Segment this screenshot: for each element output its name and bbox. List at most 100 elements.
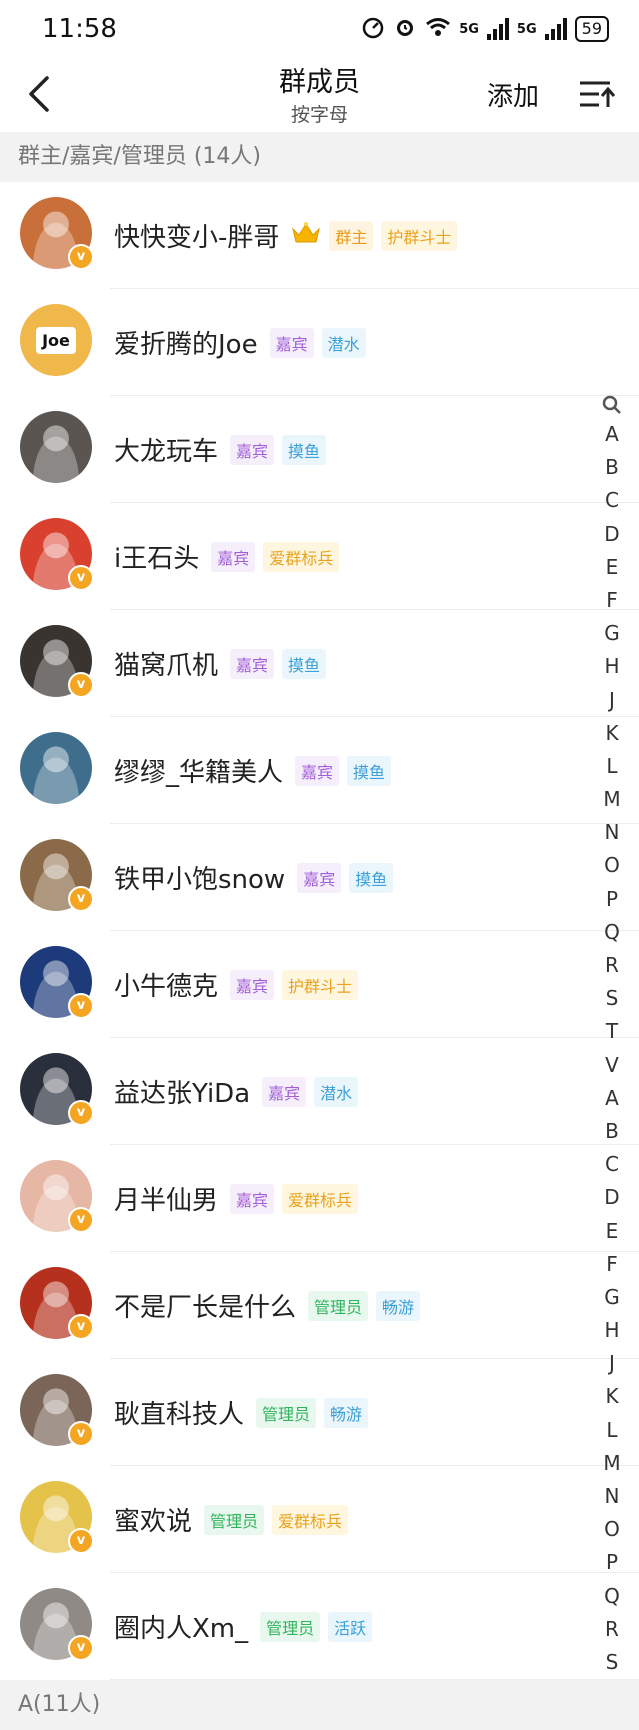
sort-mode-subtitle[interactable]: 按字母 xyxy=(0,100,639,127)
index-letter[interactable]: G xyxy=(604,1281,620,1314)
member-info: 快快变小-胖哥 群主 护群斗士 xyxy=(114,182,458,289)
index-letter[interactable]: P xyxy=(606,883,618,916)
member-tag-soldier: 爱群标兵 xyxy=(282,1183,359,1214)
member-tag-guest: 嘉宾 xyxy=(211,541,256,572)
index-letter[interactable]: G xyxy=(604,617,620,650)
avatar[interactable]: Joe xyxy=(20,304,92,376)
member-row[interactable]: v 不是厂长是什么 管理员 畅游 xyxy=(0,1252,639,1359)
member-row[interactable]: v 小牛德克 嘉宾 护群斗士 xyxy=(0,931,639,1038)
index-letter[interactable]: V xyxy=(605,1049,619,1082)
index-letter[interactable]: B xyxy=(605,1115,619,1148)
index-letter[interactable]: J xyxy=(609,684,615,717)
index-letter[interactable]: R xyxy=(605,949,619,982)
index-letter[interactable]: M xyxy=(603,1447,620,1480)
index-letter[interactable]: F xyxy=(606,1248,618,1281)
member-name: 圈内人Xm_ xyxy=(114,1614,249,1644)
signal-bars-icon-1 xyxy=(486,18,509,40)
member-tag-guest: 嘉宾 xyxy=(230,648,275,679)
index-letter[interactable]: J xyxy=(609,1347,615,1380)
add-member-button[interactable]: 添加 xyxy=(487,76,539,113)
search-icon[interactable] xyxy=(601,394,623,416)
member-info: i王石头 嘉宾 爱群标兵 xyxy=(114,503,340,610)
verified-badge-icon: v xyxy=(68,993,94,1019)
wifi-icon xyxy=(425,16,451,43)
member-row[interactable]: v 耿直科技人 管理员 畅游 xyxy=(0,1359,639,1466)
index-letter[interactable]: H xyxy=(604,1314,619,1347)
verified-badge-icon: v xyxy=(68,1421,94,1447)
network-5g-label-1: 5G xyxy=(459,21,479,37)
member-row[interactable]: v 圈内人Xm_ 管理员 活跃 xyxy=(0,1573,639,1680)
member-tag-admin: 管理员 xyxy=(260,1611,321,1642)
member-tag-guest: 嘉宾 xyxy=(297,862,342,893)
status-icons: 5G 5G 59 xyxy=(361,14,609,44)
member-info: 月半仙男 嘉宾 爱群标兵 xyxy=(114,1145,359,1252)
member-tag-guest: 嘉宾 xyxy=(269,327,314,358)
member-info: 不是厂长是什么 管理员 畅游 xyxy=(114,1252,421,1359)
member-tag-fish: 摸鱼 xyxy=(349,862,394,893)
index-letter[interactable]: Q xyxy=(604,916,620,949)
avatar-logo-text: Joe xyxy=(36,326,76,354)
member-name: 缪缪_华籍美人 xyxy=(114,758,284,788)
index-letter[interactable]: E xyxy=(606,551,619,584)
member-row[interactable]: v 快快变小-胖哥 群主 护群斗士 xyxy=(0,182,639,289)
member-row[interactable]: v i王石头 嘉宾 爱群标兵 xyxy=(0,503,639,610)
verified-badge-icon: v xyxy=(68,1314,94,1340)
sort-button[interactable] xyxy=(577,74,617,114)
status-time: 11:58 xyxy=(42,14,117,44)
member-tag-guest: 嘉宾 xyxy=(262,1076,307,1107)
index-letter[interactable]: N xyxy=(605,1480,620,1513)
alphabet-index[interactable]: ABCDEFGHJKLMNOPQRSTVABCDEFGHJKLMNOPQRS xyxy=(597,394,627,1679)
index-letter[interactable]: E xyxy=(606,1215,619,1248)
index-letter[interactable]: H xyxy=(604,650,619,683)
index-letter[interactable]: F xyxy=(606,584,618,617)
member-row[interactable]: v 蜜欢说 管理员 爱群标兵 xyxy=(0,1466,639,1573)
member-tag-roam: 畅游 xyxy=(324,1397,369,1428)
alarm-icon xyxy=(393,15,417,44)
index-letter[interactable]: N xyxy=(605,816,620,849)
index-letter[interactable]: R xyxy=(605,1613,619,1646)
sort-icon xyxy=(580,81,616,107)
index-letter[interactable]: D xyxy=(604,518,619,551)
index-letter[interactable]: K xyxy=(605,717,618,750)
index-letter[interactable]: S xyxy=(606,982,619,1015)
member-row[interactable]: v 月半仙男 嘉宾 爱群标兵 xyxy=(0,1145,639,1252)
index-letter[interactable]: S xyxy=(606,1646,619,1679)
member-tag-dive: 潜水 xyxy=(321,327,366,358)
verified-badge-icon: v xyxy=(68,1528,94,1554)
index-letter[interactable]: D xyxy=(604,1181,619,1214)
member-row[interactable]: v 铁甲小饱snow 嘉宾 摸鱼 xyxy=(0,824,639,931)
index-letter[interactable]: B xyxy=(605,451,619,484)
index-letter[interactable]: O xyxy=(604,1513,620,1546)
member-row[interactable]: 大龙玩车 嘉宾 摸鱼 xyxy=(0,396,639,503)
member-tag-roam: 畅游 xyxy=(376,1290,421,1321)
member-name: i王石头 xyxy=(114,544,200,574)
member-row[interactable]: Joe 爱折腾的Joe 嘉宾 潜水 xyxy=(0,289,639,396)
index-letter[interactable]: P xyxy=(606,1546,618,1579)
member-tag-guest: 嘉宾 xyxy=(295,755,340,786)
verified-badge-icon: v xyxy=(68,1635,94,1661)
member-row[interactable]: 缪缪_华籍美人 嘉宾 摸鱼 xyxy=(0,717,639,824)
member-row[interactable]: v 猫窝爪机 嘉宾 摸鱼 xyxy=(0,610,639,717)
index-letter[interactable]: T xyxy=(606,1015,618,1048)
index-letter[interactable]: A xyxy=(605,1082,619,1115)
index-letter[interactable]: K xyxy=(605,1380,618,1413)
member-name: 小牛德克 xyxy=(114,972,219,1002)
index-letter[interactable]: L xyxy=(606,750,617,783)
avatar[interactable] xyxy=(20,732,92,804)
index-letter[interactable]: C xyxy=(605,1148,619,1181)
index-letter[interactable]: C xyxy=(605,484,619,517)
member-name: 益达张YiDa xyxy=(114,1079,251,1109)
index-letter[interactable]: O xyxy=(604,849,620,882)
index-letter[interactable]: M xyxy=(603,783,620,816)
avatar[interactable] xyxy=(20,411,92,483)
member-info: 爱折腾的Joe 嘉宾 潜水 xyxy=(114,289,366,396)
index-letter[interactable]: L xyxy=(606,1414,617,1447)
index-letter[interactable]: Q xyxy=(604,1580,620,1613)
member-row[interactable]: v 益达张YiDa 嘉宾 潜水 xyxy=(0,1038,639,1145)
index-letter[interactable]: A xyxy=(605,418,619,451)
member-tag-guest: 嘉宾 xyxy=(230,434,275,465)
avatar-photo xyxy=(20,732,92,804)
member-tag-guest: 嘉宾 xyxy=(230,1183,275,1214)
member-tag-guest: 嘉宾 xyxy=(230,969,275,1000)
network-5g-label-2: 5G xyxy=(516,21,537,37)
